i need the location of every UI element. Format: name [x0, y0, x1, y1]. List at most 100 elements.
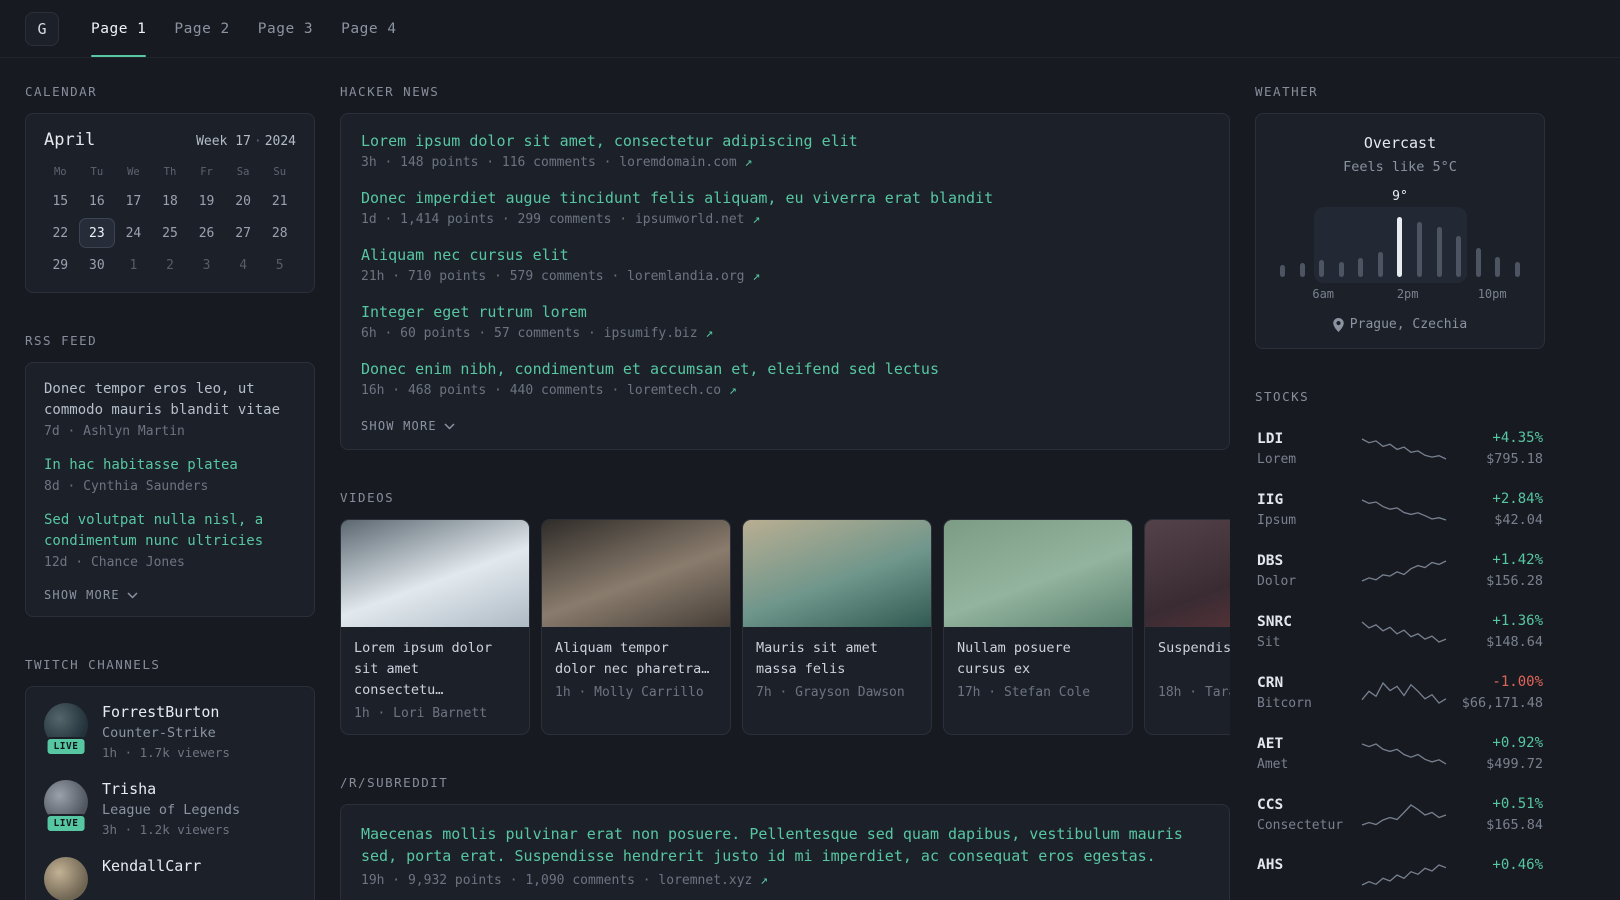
chevron-down-icon [444, 422, 455, 430]
video-card[interactable]: Nullam posuere cursus ex 17h · Stefan Co… [943, 519, 1133, 735]
hn-item-meta: 21h · 710 points · 579 comments · loreml… [361, 269, 1209, 284]
hn-item-meta: 3h · 148 points · 116 comments · loremdo… [361, 155, 1209, 170]
calendar-day: 3 [202, 257, 211, 273]
rss-item-title[interactable]: Donec tempor eros leo, ut commodo mauris… [44, 379, 296, 421]
rss-item-meta: 12d · Chance Jones [44, 555, 185, 570]
hn-item-title[interactable]: Aliquam nec cursus elit [361, 246, 1209, 264]
hn-item: Integer eget rutrum lorem 6h · 60 points… [361, 303, 1209, 341]
stock-symbol: AHS [1257, 857, 1284, 873]
video-thumbnail[interactable] [341, 520, 529, 627]
weather-temp-label: 9° [1392, 189, 1408, 204]
calendar-day: 26 [198, 225, 215, 241]
dot-separator: · [253, 134, 262, 149]
tab-page-1[interactable]: Page 1 [91, 0, 147, 57]
twitch-channel[interactable]: LIVE ForrestBurton Counter-Strike 1h · 1… [44, 703, 296, 760]
external-link-icon: ↗ [728, 383, 737, 398]
video-title[interactable]: Aliquam tempor dolor nec pharetra… [555, 638, 717, 680]
video-title[interactable]: Nullam posuere cursus ex [957, 638, 1119, 680]
weather-condition: Overcast [1363, 134, 1437, 152]
rss-header: RSS FEED [25, 333, 98, 348]
rss-item-title[interactable]: Sed volutpat nulla nisl, a condimentum n… [44, 510, 296, 552]
live-badge: LIVE [45, 814, 87, 833]
video-card[interactable]: Suspendisse diam 18h · Tara [1144, 519, 1230, 735]
video-thumbnail[interactable] [944, 520, 1132, 627]
hn-item-title[interactable]: Integer eget rutrum lorem [361, 303, 1209, 321]
hn-meta-text: 6h · 60 points · 57 comments · [361, 326, 596, 341]
hn-domain: loremlandia.org [627, 269, 745, 284]
calendar-weekday: Mo [53, 166, 67, 178]
channel-name[interactable]: Trisha [102, 780, 240, 798]
videos-widget: VIDEOS Lorem ipsum dolor sit amet consec… [340, 490, 1230, 735]
weather-bar [1495, 257, 1501, 277]
subreddit-header: /R/SUBREDDIT [340, 775, 449, 790]
calendar-weekday: Fr [200, 166, 213, 178]
hn-item: Lorem ipsum dolor sit amet, consectetur … [361, 132, 1209, 170]
stock-price: $66,171.48 [1461, 695, 1543, 711]
avatar-wrap: LIVE [44, 703, 88, 756]
stock-row[interactable]: AHS +0.46% [1255, 845, 1545, 900]
stock-sparkline [1361, 742, 1447, 765]
hn-item-title[interactable]: Lorem ipsum dolor sit amet, consectetur … [361, 132, 1209, 150]
video-card[interactable]: Mauris sit amet massa felis 7h · Grayson… [742, 519, 932, 735]
stock-row[interactable]: CRN Bitcorn -1.00% $66,171.48 [1255, 662, 1545, 723]
video-thumbnail[interactable] [542, 520, 730, 627]
stock-price: $42.04 [1494, 512, 1543, 528]
hn-item-title[interactable]: Donec enim nibh, condimentum et accumsan… [361, 360, 1209, 378]
calendar-week-label: Week 17 [196, 134, 251, 149]
subreddit-post: Maecenas mollis pulvinar erat non posuer… [361, 823, 1209, 888]
twitch-channel[interactable]: LIVE Trisha League of Legends 3h · 1.2k … [44, 780, 296, 837]
stock-row[interactable]: CCS Consectetur +0.51% $165.84 [1255, 784, 1545, 845]
stock-row[interactable]: IIG Ipsum +2.84% $42.04 [1255, 479, 1545, 540]
stock-sparkline [1361, 864, 1447, 886]
hn-domain-link[interactable]: ipsumworld.net ↗ [635, 212, 760, 227]
subreddit-widget: /R/SUBREDDIT Maecenas mollis pulvinar er… [340, 775, 1230, 900]
hn-domain-link[interactable]: loremlandia.org ↗ [627, 269, 760, 284]
weather-bar [1475, 248, 1481, 277]
stock-row[interactable]: DBS Dolor +1.42% $156.28 [1255, 540, 1545, 601]
tab-page-4[interactable]: Page 4 [341, 0, 396, 57]
hn-item-meta: 16h · 468 points · 440 comments · loremt… [361, 383, 1209, 398]
twitch-channel[interactable]: KendallCarr [44, 857, 296, 900]
rss-show-more-button[interactable]: SHOW MORE [44, 586, 138, 604]
rss-item-title[interactable]: In hac habitasse platea [44, 455, 296, 476]
hn-item-title[interactable]: Donec imperdiet augue tincidunt felis al… [361, 189, 1209, 207]
video-thumbnail[interactable] [743, 520, 931, 627]
video-thumbnail[interactable] [1145, 520, 1230, 627]
subreddit-domain: loremnet.xyz [658, 873, 753, 888]
stock-symbol: CRN [1257, 674, 1284, 691]
video-card[interactable]: Aliquam tempor dolor nec pharetra… 1h · … [541, 519, 731, 735]
hn-domain: ipsumify.biz [603, 326, 698, 341]
stock-change: +0.46% [1492, 857, 1543, 873]
channel-name[interactable]: ForrestBurton [102, 703, 230, 721]
stock-symbol: LDI [1257, 430, 1284, 447]
tab-page-2[interactable]: Page 2 [174, 0, 229, 57]
video-title[interactable]: Suspendisse diam [1158, 638, 1230, 680]
channel-game: Counter-Strike [102, 725, 216, 741]
tab-page-3[interactable]: Page 3 [258, 0, 313, 57]
stock-change: +1.36% [1492, 613, 1543, 629]
channel-name[interactable]: KendallCarr [102, 857, 201, 875]
stock-row[interactable]: LDI Lorem +4.35% $795.18 [1255, 418, 1545, 479]
video-title[interactable]: Mauris sit amet massa felis [756, 638, 918, 680]
avatar-wrap [44, 857, 88, 900]
calendar-day-selected: 23 [78, 218, 116, 248]
subreddit-post-title[interactable]: Maecenas mollis pulvinar erat non posuer… [361, 823, 1209, 867]
stock-sparkline [1361, 498, 1447, 521]
stock-row[interactable]: AET Amet +0.92% $499.72 [1255, 723, 1545, 784]
calendar-day: 5 [275, 257, 284, 273]
calendar-weekday: We [127, 166, 140, 178]
video-title[interactable]: Lorem ipsum dolor sit amet consectetu… [354, 638, 516, 701]
app-logo[interactable]: G [25, 11, 59, 46]
calendar-month: April [44, 130, 96, 150]
hn-domain-link[interactable]: ipsumify.biz ↗ [604, 326, 714, 341]
subreddit-domain-link[interactable]: loremnet.xyz ↗ [658, 873, 768, 888]
stock-name [1257, 878, 1353, 893]
hn-show-more-button[interactable]: SHOW MORE [361, 417, 455, 435]
video-card[interactable]: Lorem ipsum dolor sit amet consectetu… 1… [340, 519, 530, 735]
weather-feels-like: Feels like 5°C [1343, 159, 1457, 175]
hn-domain-link[interactable]: loremtech.co ↗ [627, 383, 737, 398]
calendar-day: 15 [52, 193, 69, 209]
weather-times: 6am 2pm 10pm [1272, 287, 1528, 303]
hn-domain-link[interactable]: loremdomain.com ↗ [619, 155, 752, 170]
stock-row[interactable]: SNRC Sit +1.36% $148.64 [1255, 601, 1545, 662]
